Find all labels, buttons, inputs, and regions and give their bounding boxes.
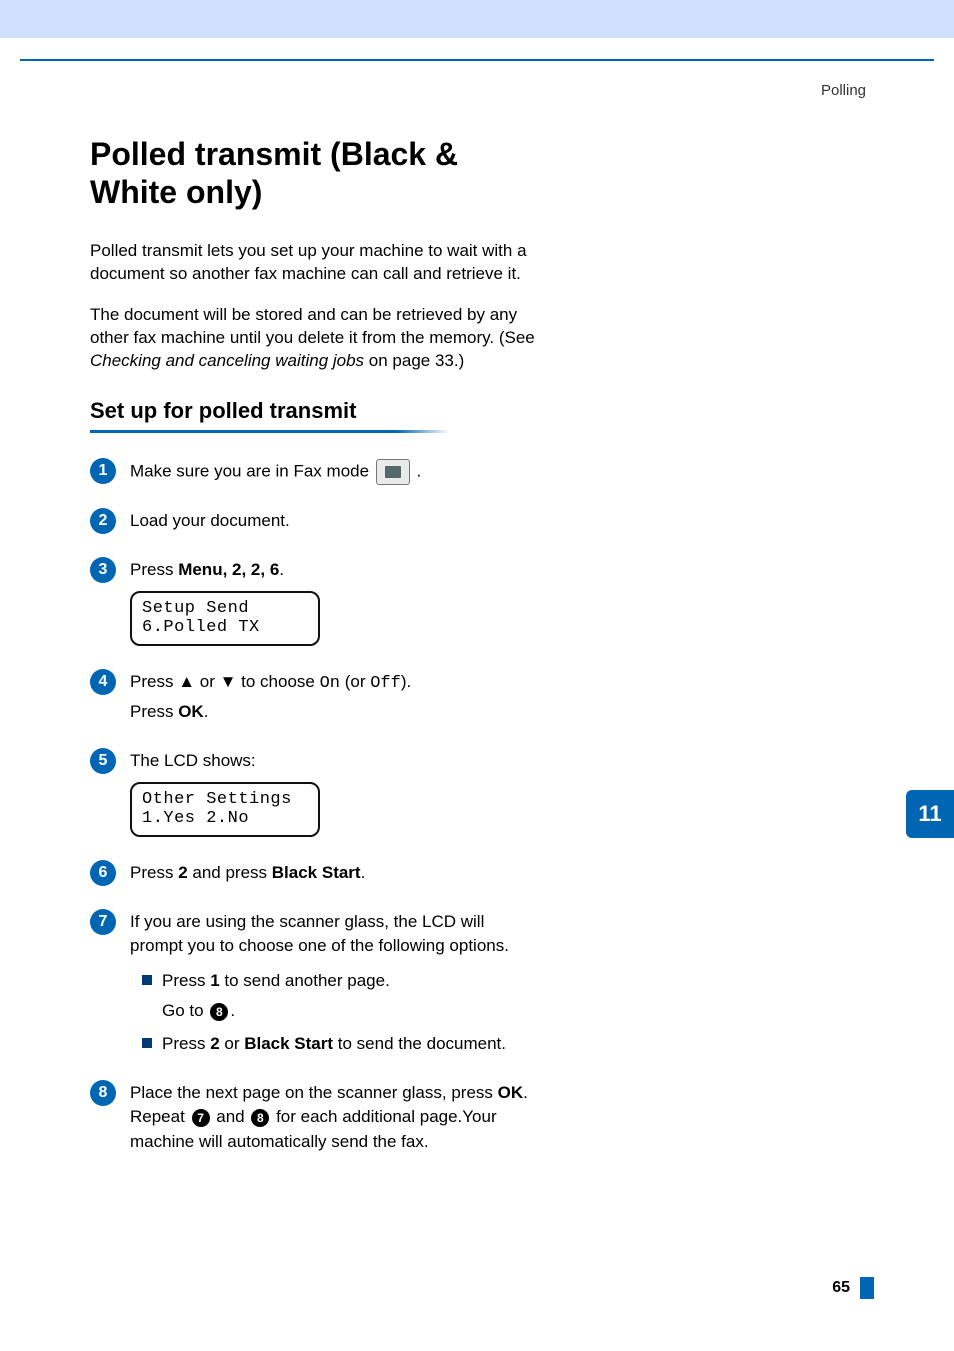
page-title: Polled transmit (Black & White only): [90, 135, 540, 212]
down-arrow-icon: ▼: [220, 672, 237, 691]
intro2-text-b: on page 33.): [364, 351, 464, 370]
step-number-badge: 2: [90, 508, 116, 534]
ok-key: OK: [178, 702, 204, 721]
step-3: 3 Press Menu, 2, 2, 6. Setup Send 6.Poll…: [90, 558, 540, 650]
page-mark-icon: [860, 1277, 874, 1299]
sub-item: Press 1 to send another page.: [142, 969, 540, 994]
heading-rule: [90, 430, 450, 433]
step3-text-a: Press: [130, 560, 178, 579]
black-start-key: Black Start: [244, 1034, 333, 1053]
step-8: 8 Place the next page on the scanner gla…: [90, 1081, 540, 1159]
step-ref-badge: 8: [251, 1109, 269, 1127]
step8-text-c: and: [212, 1107, 250, 1126]
step-number-badge: 6: [90, 860, 116, 886]
step6-text-b: and press: [188, 863, 272, 882]
sub2-text-a: Press: [162, 1034, 210, 1053]
page-number-wrap: 65: [832, 1277, 874, 1299]
option-off: Off: [370, 674, 401, 693]
option-on: On: [320, 674, 340, 693]
step4-text-f: .: [204, 702, 209, 721]
step7-sublist: Press 1 to send another page. Go to 8. P…: [130, 969, 540, 1057]
sub1-text-a: Press: [162, 971, 210, 990]
sub1-text-b: to send another page.: [220, 971, 390, 990]
fax-mode-icon: [376, 459, 410, 485]
section-heading: Set up for polled transmit: [90, 398, 540, 424]
key-2: 2: [210, 1034, 219, 1053]
lcd-display: Setup Send 6.Polled TX: [130, 591, 320, 646]
step-number-badge: 5: [90, 748, 116, 774]
step-4: 4 Press ▲ or ▼ to choose On (or Off). Pr…: [90, 670, 540, 729]
step4-text-b: to choose: [236, 672, 319, 691]
section-label: Polling: [821, 82, 866, 99]
bullet-icon: [142, 1038, 152, 1048]
step-5: 5 The LCD shows: Other Settings 1.Yes 2.…: [90, 749, 540, 841]
step4-text-e: Press: [130, 702, 178, 721]
sub1-goto: Go to 8.: [162, 999, 540, 1024]
step1-text-a: Make sure you are in Fax mode: [130, 462, 374, 481]
step-7: 7 If you are using the scanner glass, th…: [90, 910, 540, 1061]
step8-text-a: Place the next page on the scanner glass…: [130, 1083, 498, 1102]
black-start-key: Black Start: [272, 863, 361, 882]
intro2-text-a: The document will be stored and can be r…: [90, 305, 535, 347]
menu-key: Menu: [178, 560, 222, 579]
key-2: 2: [178, 863, 187, 882]
step4-text-a: Press: [130, 672, 178, 691]
sub-item: Press 2 or Black Start to send the docum…: [142, 1032, 540, 1057]
goto-text-a: Go to: [162, 1001, 208, 1020]
step4-text-d: ).: [401, 672, 411, 691]
step-ref-badge: 8: [210, 1003, 228, 1021]
ok-key: OK: [498, 1083, 524, 1102]
step1-text-b: .: [417, 462, 422, 481]
step-number-badge: 7: [90, 909, 116, 935]
bullet-icon: [142, 975, 152, 985]
lcd-display: Other Settings 1.Yes 2.No: [130, 782, 320, 837]
intro2-link[interactable]: Checking and canceling waiting jobs: [90, 351, 364, 370]
step4-or: or: [195, 672, 220, 691]
step-ref-badge: 7: [192, 1109, 210, 1127]
period: .: [279, 560, 284, 579]
key-sequence: , 2, 2, 6: [223, 560, 280, 579]
up-arrow-icon: ▲: [178, 672, 195, 691]
top-color-band: [0, 0, 954, 38]
step5-text: The LCD shows:: [130, 749, 540, 774]
step4-text-c: (or: [340, 672, 370, 691]
step6-text-c: .: [361, 863, 366, 882]
step-2: 2 Load your document.: [90, 509, 540, 538]
step-number-badge: 1: [90, 458, 116, 484]
sub2-text-b: or: [220, 1034, 245, 1053]
main-content: Polled transmit (Black & White only) Pol…: [90, 135, 540, 1179]
step-number-badge: 4: [90, 669, 116, 695]
step-number-badge: 3: [90, 557, 116, 583]
step6-text-a: Press: [130, 863, 178, 882]
step2-text: Load your document.: [130, 509, 540, 534]
key-1: 1: [210, 971, 219, 990]
intro-paragraph-1: Polled transmit lets you set up your mac…: [90, 240, 540, 286]
step-number-badge: 8: [90, 1080, 116, 1106]
top-rule: [20, 59, 934, 61]
step-1: 1 Make sure you are in Fax mode .: [90, 459, 540, 489]
step7-text: If you are using the scanner glass, the …: [130, 910, 540, 959]
chapter-tab: 11: [906, 790, 954, 838]
step-6: 6 Press 2 and press Black Start.: [90, 861, 540, 890]
steps-list: 1 Make sure you are in Fax mode . 2 Load…: [90, 459, 540, 1158]
intro-paragraph-2: The document will be stored and can be r…: [90, 304, 540, 373]
page-number: 65: [832, 1279, 850, 1297]
goto-text-b: .: [230, 1001, 235, 1020]
sub2-text-c: to send the document.: [333, 1034, 506, 1053]
